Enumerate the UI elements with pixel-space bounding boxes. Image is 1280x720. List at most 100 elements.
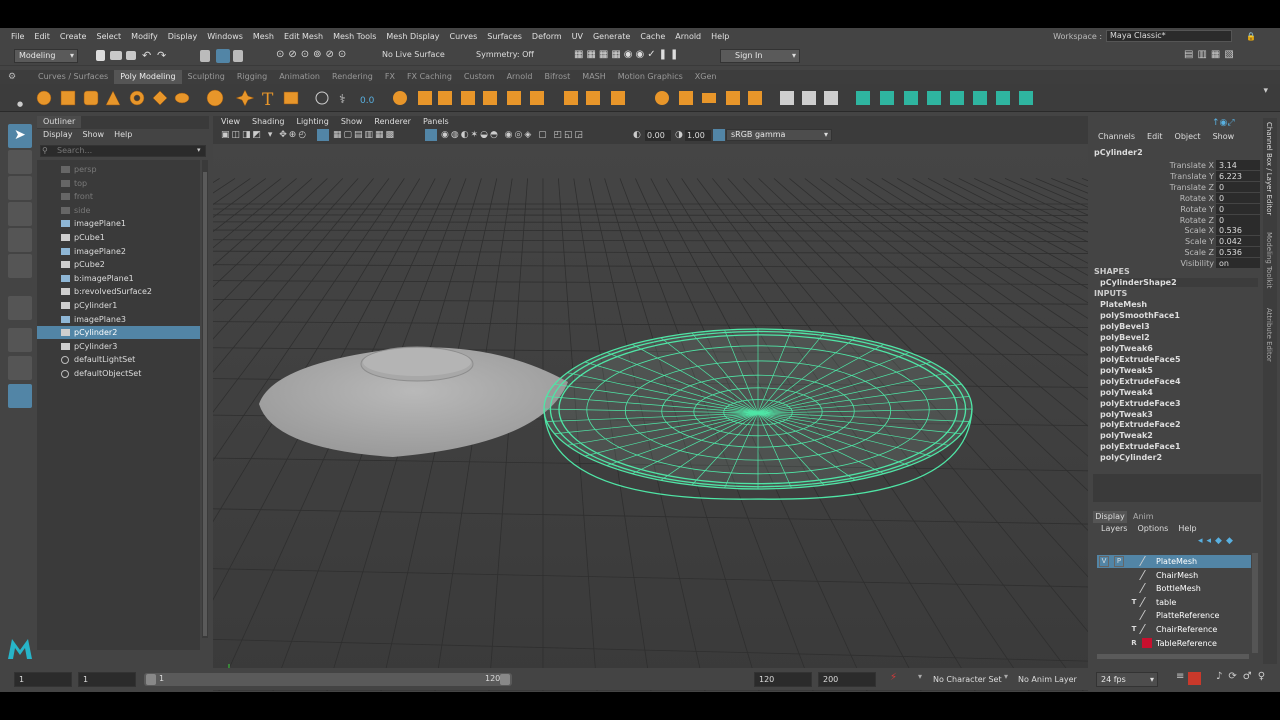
viewport-menu-panels[interactable]: Panels	[423, 116, 449, 128]
panel-toggle-icons[interactable]: ▤▥▦▧	[1184, 49, 1238, 60]
viewport-menu-view[interactable]: View	[221, 116, 240, 128]
outliner-layout-icon[interactable]	[8, 384, 32, 408]
attribute-value[interactable]: 0.536	[1216, 247, 1260, 258]
layer-menu-layers[interactable]: Layers	[1101, 524, 1127, 533]
layer-row-plattereference[interactable]: PlatteReference	[1097, 609, 1251, 622]
input-node[interactable]: polyCylinder2	[1100, 453, 1162, 462]
shelf-gear-icon[interactable]: ⚙	[8, 72, 16, 82]
menu-item-surfaces[interactable]: Surfaces	[482, 32, 527, 41]
layer-row-table[interactable]: Ttable	[1097, 596, 1251, 609]
single-pane-layout-icon[interactable]	[8, 328, 32, 352]
menu-item-windows[interactable]: Windows	[202, 32, 248, 41]
anim-layers-tab[interactable]: Anim	[1133, 511, 1154, 523]
outliner-menu-show[interactable]: Show	[83, 130, 105, 139]
sign-in-dropdown[interactable]: Sign In	[720, 49, 800, 63]
shelf-tab-motion-graphics[interactable]: Motion Graphics	[612, 70, 689, 84]
select-object-icon[interactable]	[216, 49, 230, 63]
anim-end-field[interactable]: 120	[754, 672, 812, 687]
layer-color-swatch[interactable]	[1139, 610, 1151, 621]
modeling-toolkit-tab[interactable]: Modeling Toolkit	[1265, 232, 1273, 288]
layer-row-chairmesh[interactable]: ChairMesh	[1097, 569, 1251, 582]
layer-menu-help[interactable]: Help	[1178, 524, 1196, 533]
shelf-tab-sculpting[interactable]: Sculpting	[182, 70, 231, 84]
fps-dropdown[interactable]: 24 fps	[1096, 672, 1158, 687]
menu-item-edit-mesh[interactable]: Edit Mesh	[279, 32, 328, 41]
attribute-row-scale-z[interactable]: Scale Z 0.536	[1092, 247, 1260, 258]
attribute-value[interactable]: 0.042	[1216, 236, 1260, 247]
shelf-options-icon[interactable]: ●	[17, 100, 23, 108]
input-node[interactable]: polyExtrudeFace1	[1100, 442, 1181, 451]
attribute-row-scale-x[interactable]: Scale X 0.536	[1092, 225, 1260, 236]
viewport-menu-show[interactable]: Show	[341, 116, 363, 128]
attribute-row-translate-z[interactable]: Translate Z0	[1092, 181, 1260, 193]
attribute-row-rotate-z[interactable]: Rotate Z0	[1092, 214, 1260, 226]
menu-item-deform[interactable]: Deform	[527, 32, 567, 41]
shelf-icons[interactable]: T ⚕ 0.0	[34, 87, 1044, 109]
current-time-field[interactable]: 1	[78, 672, 136, 687]
lasso-tool-icon[interactable]	[8, 150, 32, 174]
outliner-item-b-imageplane1[interactable]: b:imagePlane1	[37, 272, 200, 285]
channel-box-layer-editor-tab[interactable]: Channel Box / Layer Editor	[1265, 122, 1273, 215]
shelf-tab-rigging[interactable]: Rigging	[231, 70, 273, 84]
outliner-item-pcylinder1[interactable]: pCylinder1	[37, 299, 200, 312]
shelf-collapse-icon[interactable]: ▾	[1263, 86, 1268, 96]
outliner-item-imageplane2[interactable]: imagePlane2	[37, 245, 200, 258]
menu-set-dropdown[interactable]: Modeling	[14, 49, 78, 63]
layer-color-swatch[interactable]	[1139, 569, 1151, 580]
attribute-row-scale-y[interactable]: Scale Y 0.042	[1092, 236, 1260, 247]
input-node[interactable]: polyTweak2	[1100, 431, 1153, 440]
input-node[interactable]: polyExtrudeFace3	[1100, 399, 1181, 408]
playback-toggle[interactable]: P	[1114, 556, 1124, 567]
layer-row-platemesh[interactable]: V P PlateMesh	[1097, 555, 1251, 568]
layer-color-swatch[interactable]	[1139, 624, 1151, 634]
channel-menu-channels[interactable]: Channels	[1098, 132, 1135, 141]
input-node[interactable]: polyExtrudeFace4	[1100, 377, 1181, 386]
outliner-item-side[interactable]: side	[37, 204, 200, 217]
shelf-tab-arnold[interactable]: Arnold	[501, 70, 539, 84]
menu-item-file[interactable]: File	[6, 32, 29, 41]
menu-item-generate[interactable]: Generate	[588, 32, 635, 41]
select-component-icon[interactable]	[233, 50, 243, 62]
view-transform-dropdown[interactable]: sRGB gamma	[726, 129, 832, 141]
workspace-dropdown[interactable]: Maya Classic*	[1106, 30, 1233, 42]
outliner-item-pcube1[interactable]: pCube1	[37, 231, 200, 244]
menu-item-mesh-display[interactable]: Mesh Display	[381, 32, 444, 41]
snap-icons[interactable]: ⊙⊘⊙⊚⊘⊙	[276, 49, 350, 60]
redo-icon[interactable]: ↷	[157, 49, 166, 62]
shelf-tab-curves-surfaces[interactable]: Curves / Surfaces	[32, 70, 114, 84]
shelf-tab-rendering[interactable]: Rendering	[326, 70, 379, 84]
viewport-menu-lighting[interactable]: Lighting	[296, 116, 328, 128]
attribute-value[interactable]: 0	[1216, 214, 1260, 225]
layer-row-tablereference[interactable]: R TableReference	[1097, 637, 1251, 650]
lock-icon[interactable]: 🔒	[1246, 32, 1256, 41]
gamma-field[interactable]: 1.00	[685, 130, 711, 141]
channel-menu-object[interactable]: Object	[1175, 132, 1201, 141]
rotate-tool-icon[interactable]	[8, 228, 32, 252]
input-node[interactable]: polyTweak6	[1100, 344, 1153, 353]
character-set-field[interactable]: No Character Set	[933, 675, 1002, 684]
search-dropdown-icon[interactable]: ▾	[197, 146, 201, 154]
outliner-item-persp[interactable]: persp	[37, 163, 200, 176]
layer-color-swatch[interactable]	[1139, 596, 1151, 607]
visibility-toggle[interactable]: V	[1099, 556, 1109, 567]
menu-item-edit[interactable]: Edit	[29, 32, 55, 41]
open-scene-icon[interactable]	[110, 51, 122, 60]
viewport-menu-renderer[interactable]: Renderer	[374, 116, 411, 128]
attribute-value[interactable]: 0	[1216, 203, 1260, 214]
layer-color-swatch[interactable]	[1142, 637, 1152, 648]
outliner-item-top[interactable]: top	[37, 177, 200, 190]
start-time-field[interactable]: 1	[14, 672, 72, 687]
outliner-item-defaultlightset[interactable]: defaultLightSet	[37, 353, 200, 366]
anim-layer-field[interactable]: No Anim Layer	[1018, 675, 1077, 684]
display-type-flag[interactable]: T	[1129, 596, 1139, 609]
outliner-item-front[interactable]: front	[37, 190, 200, 203]
outliner-title[interactable]: Outliner	[37, 116, 82, 128]
attribute-row-rotate-y[interactable]: Rotate Y0	[1092, 203, 1260, 215]
outliner-vertical-scrollbar[interactable]	[202, 160, 208, 638]
total-end-field[interactable]: 200	[818, 672, 876, 687]
outliner-item-pcube2[interactable]: pCube2	[37, 258, 200, 271]
snapshot-icon[interactable]	[1188, 672, 1201, 685]
menu-item-arnold[interactable]: Arnold	[670, 32, 706, 41]
menu-item-display[interactable]: Display	[163, 32, 203, 41]
channel-menu-edit[interactable]: Edit	[1147, 132, 1163, 141]
